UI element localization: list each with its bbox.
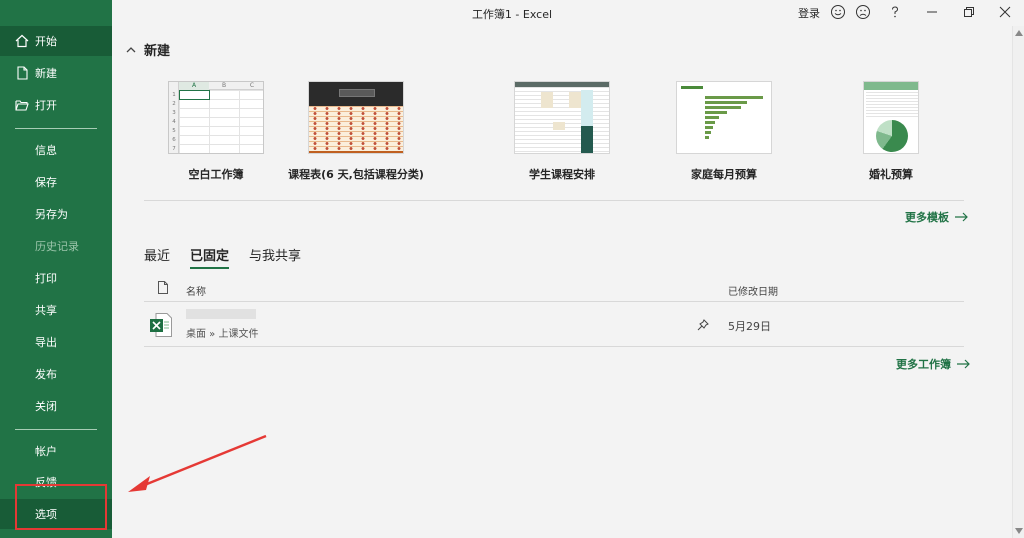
- signin-link[interactable]: 登录: [798, 5, 820, 21]
- template-label: 学生课程安排: [529, 168, 595, 181]
- col-header: A: [179, 82, 209, 90]
- vertical-scrollbar[interactable]: [1012, 26, 1024, 538]
- frown-feedback-icon[interactable]: [855, 4, 871, 20]
- col-header: C: [249, 82, 255, 89]
- close-icon[interactable]: [997, 4, 1013, 20]
- section-title: 新建: [144, 44, 171, 59]
- course-schedule-thumbnail: [308, 81, 404, 154]
- sidebar-item-open[interactable]: 打开: [0, 90, 112, 120]
- file-name-redacted: [186, 309, 256, 319]
- sidebar-item-home[interactable]: 开始: [0, 26, 112, 56]
- chevron-up-icon: [126, 46, 136, 52]
- col-header: B: [221, 82, 227, 89]
- title-bar: 工作簿1 - Excel 登录: [112, 0, 1024, 26]
- file-list-header: 名称 已修改日期: [144, 276, 964, 302]
- sidebar-item-share[interactable]: 共享: [0, 295, 112, 325]
- template-label: 课程表(6 天,包括课程分类): [288, 168, 424, 181]
- sidebar-item-account[interactable]: 帐户: [0, 436, 112, 466]
- sidebar-item-history[interactable]: 历史记录: [0, 231, 112, 261]
- sidebar-item-save[interactable]: 保存: [0, 167, 112, 197]
- smiley-feedback-icon[interactable]: [830, 4, 846, 20]
- tab-recent[interactable]: 最近: [144, 245, 170, 269]
- row-header: 3: [172, 110, 176, 116]
- sidebar-divider: [15, 429, 97, 430]
- home-icon: [15, 34, 29, 48]
- column-modified[interactable]: 已修改日期: [728, 283, 778, 298]
- sidebar-item-publish[interactable]: 发布: [0, 359, 112, 389]
- excel-file-icon: [150, 313, 172, 337]
- annotation-arrow: [128, 434, 267, 492]
- sidebar-item-save-as[interactable]: 另存为: [0, 199, 112, 229]
- row-header: 5: [172, 128, 176, 134]
- student-course-thumbnail: [514, 81, 610, 154]
- sidebar-item-label: 新建: [35, 67, 57, 80]
- section-divider: [144, 200, 964, 201]
- sidebar-item-label: 关闭: [35, 400, 57, 413]
- minimize-icon[interactable]: [924, 4, 940, 20]
- sidebar-item-label: 帐户: [35, 445, 57, 458]
- sidebar-item-info[interactable]: 信息: [0, 135, 112, 165]
- row-header: 4: [172, 119, 176, 125]
- backstage-sidebar: 开始 新建 打开 信息 保存 另存为 历史记录 打印 共享 导出 发布 关闭 帐…: [0, 0, 112, 538]
- new-file-icon: [17, 66, 28, 80]
- file-path: 桌面 » 上课文件: [186, 329, 259, 340]
- sidebar-item-label: 开始: [35, 35, 57, 48]
- row-header: 6: [172, 137, 176, 143]
- sidebar-item-print[interactable]: 打印: [0, 263, 112, 293]
- sidebar-item-label: 共享: [35, 304, 57, 317]
- scroll-down-icon[interactable]: [1015, 528, 1023, 534]
- sidebar-item-label: 发布: [35, 368, 57, 381]
- template-student-course[interactable]: 学生课程安排: [497, 81, 627, 182]
- sidebar-item-label: 保存: [35, 176, 57, 189]
- sidebar-item-close[interactable]: 关闭: [0, 391, 112, 421]
- pin-icon[interactable]: [697, 319, 709, 331]
- more-workbooks-link[interactable]: 更多工作簿: [896, 356, 970, 372]
- arrow-right-icon: [957, 359, 970, 369]
- template-label: 空白工作簿: [188, 168, 244, 181]
- more-templates-link[interactable]: 更多模板: [905, 209, 968, 225]
- sidebar-item-label: 信息: [35, 144, 57, 157]
- sidebar-item-new[interactable]: 新建: [0, 58, 112, 88]
- family-budget-thumbnail: [676, 81, 772, 154]
- file-modified-date: 5月29日: [728, 320, 771, 333]
- file-row[interactable]: 桌面 » 上课文件 5月29日: [144, 303, 964, 347]
- open-folder-icon: [15, 100, 29, 111]
- window-title: 工作簿1 - Excel: [471, 8, 553, 21]
- restore-icon[interactable]: [961, 4, 977, 20]
- document-icon: [158, 281, 168, 294]
- row-header: 7: [172, 146, 176, 152]
- wedding-budget-thumbnail: [863, 81, 919, 154]
- scroll-up-icon[interactable]: [1015, 30, 1023, 36]
- file-tabs: 最近 已固定 与我共享: [144, 245, 301, 269]
- row-header: 2: [172, 101, 176, 107]
- blank-workbook-thumbnail: A B C 1 2 3 4 5 6 7: [168, 81, 264, 154]
- more-workbooks-label: 更多工作簿: [896, 358, 951, 371]
- selected-cell: [179, 90, 210, 100]
- tab-pinned[interactable]: 已固定: [190, 245, 230, 269]
- template-label: 家庭每月预算: [691, 168, 757, 181]
- more-templates-label: 更多模板: [905, 211, 949, 224]
- sidebar-item-label: 导出: [35, 336, 57, 349]
- sidebar-item-label: 打印: [35, 272, 57, 285]
- sidebar-item-label: 另存为: [35, 208, 68, 221]
- template-label: 婚礼预算: [869, 168, 913, 181]
- sidebar-item-label: 打开: [35, 99, 57, 112]
- row-header: 1: [172, 92, 176, 98]
- highlight-box: [15, 484, 107, 530]
- tab-shared-with-me[interactable]: 与我共享: [249, 245, 301, 269]
- template-wedding-budget[interactable]: 婚礼预算: [826, 81, 956, 182]
- arrow-right-icon: [955, 212, 968, 222]
- help-icon[interactable]: [887, 4, 903, 20]
- sidebar-item-export[interactable]: 导出: [0, 327, 112, 357]
- column-name[interactable]: 名称: [186, 283, 206, 298]
- template-course-schedule[interactable]: 课程表(6 天,包括课程分类): [286, 81, 426, 182]
- sidebar-item-label: 历史记录: [35, 240, 79, 253]
- template-blank-workbook[interactable]: A B C 1 2 3 4 5 6 7 空白工作簿: [151, 81, 281, 182]
- new-section-header[interactable]: 新建: [126, 40, 170, 59]
- template-family-budget[interactable]: 家庭每月预算: [659, 81, 789, 182]
- sidebar-divider: [15, 128, 97, 129]
